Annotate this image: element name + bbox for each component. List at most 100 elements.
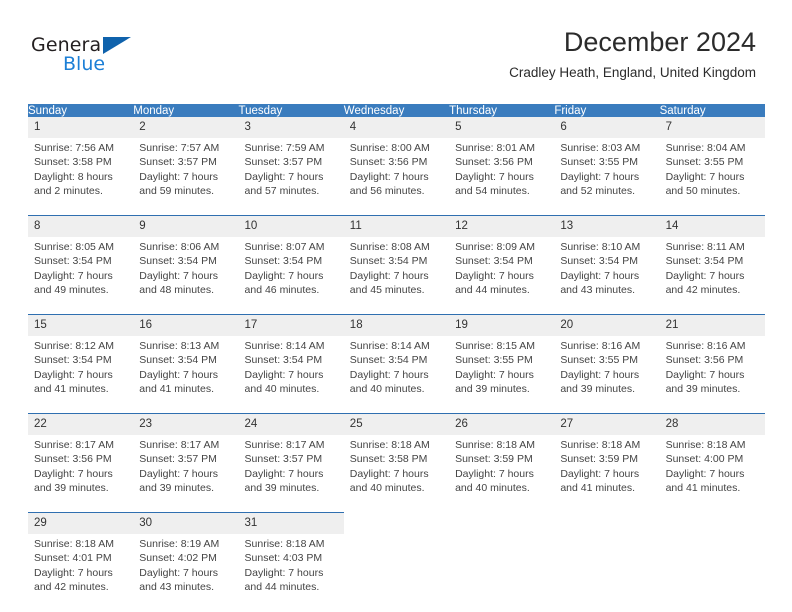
day-number[interactable]: 21 (659, 314, 765, 336)
daylight-text-line2: and 46 minutes. (244, 284, 320, 297)
day-number[interactable]: 4 (343, 117, 450, 138)
day-cell[interactable]: Sunrise: 8:18 AM Sunset: 3:59 PM Dayligh… (449, 435, 555, 513)
sunset-text: Sunset: 3:55 PM (665, 156, 744, 169)
general-blue-logo[interactable]: General Blue (31, 34, 161, 80)
day-cell[interactable]: Sunrise: 7:57 AM Sunset: 3:57 PM Dayligh… (133, 138, 239, 216)
day-number[interactable]: 25 (343, 413, 450, 435)
day-cell[interactable]: Sunrise: 8:01 AM Sunset: 3:56 PM Dayligh… (449, 138, 555, 216)
daylight-text-line2: and 2 minutes. (34, 185, 103, 198)
day-number[interactable]: 1 (28, 117, 134, 138)
day-number[interactable]: 18 (343, 314, 450, 336)
week-row-daynumbers: 1 2 3 4 5 6 7 (28, 117, 765, 138)
day-cell[interactable]: Sunrise: 8:11 AM Sunset: 3:54 PM Dayligh… (659, 237, 765, 315)
day-number[interactable]: 10 (238, 215, 344, 237)
day-cell[interactable]: Sunrise: 8:18 AM Sunset: 3:58 PM Dayligh… (343, 435, 450, 513)
day-cell[interactable]: Sunrise: 7:56 AM Sunset: 3:58 PM Dayligh… (28, 138, 134, 216)
day-cell[interactable]: Sunrise: 8:12 AM Sunset: 3:54 PM Dayligh… (28, 336, 134, 414)
day-number[interactable]: 5 (449, 117, 555, 138)
day-cell[interactable]: Sunrise: 8:15 AM Sunset: 3:55 PM Dayligh… (449, 336, 555, 414)
day-number[interactable]: 8 (28, 215, 134, 237)
day-number[interactable]: 14 (659, 215, 765, 237)
daylight-text-line1: Daylight: 7 hours (349, 269, 429, 282)
day-number[interactable]: 9 (133, 215, 239, 237)
day-cell[interactable]: Sunrise: 8:14 AM Sunset: 3:54 PM Dayligh… (238, 336, 344, 414)
day-cell[interactable]: Sunrise: 8:18 AM Sunset: 4:01 PM Dayligh… (28, 534, 134, 611)
day-number[interactable]: 24 (238, 413, 344, 435)
day-number[interactable]: 20 (554, 314, 660, 336)
day-cell[interactable]: Sunrise: 8:08 AM Sunset: 3:54 PM Dayligh… (343, 237, 450, 315)
day-cell[interactable]: Sunrise: 8:16 AM Sunset: 3:55 PM Dayligh… (554, 336, 660, 414)
sunset-text: Sunset: 4:01 PM (34, 552, 112, 565)
daylight-text-line2: and 48 minutes. (139, 284, 214, 297)
day-cell[interactable]: Sunrise: 8:07 AM Sunset: 3:54 PM Dayligh… (238, 237, 344, 315)
day-number[interactable]: 19 (449, 314, 555, 336)
day-number[interactable]: 11 (343, 215, 450, 237)
sunset-text: Sunset: 3:54 PM (139, 354, 217, 367)
day-cell[interactable]: Sunrise: 8:18 AM Sunset: 4:00 PM Dayligh… (659, 435, 765, 513)
day-number[interactable]: 22 (28, 413, 134, 435)
triangle-icon (103, 37, 131, 54)
sunset-text: Sunset: 3:54 PM (349, 255, 428, 268)
daylight-text-line1: Daylight: 7 hours (139, 566, 219, 579)
daylight-text-line2: and 39 minutes. (139, 482, 214, 495)
day-cell[interactable]: Sunrise: 8:09 AM Sunset: 3:54 PM Dayligh… (449, 237, 555, 315)
day-number[interactable]: 15 (28, 314, 134, 336)
day-cell-empty (449, 534, 555, 611)
day-cell[interactable]: Sunrise: 8:18 AM Sunset: 3:59 PM Dayligh… (554, 435, 660, 513)
day-cell[interactable]: Sunrise: 8:14 AM Sunset: 3:54 PM Dayligh… (343, 336, 450, 414)
sunrise-text: Sunrise: 8:14 AM (244, 340, 325, 352)
daylight-text-line1: Daylight: 7 hours (349, 170, 429, 183)
day-cell[interactable]: Sunrise: 8:17 AM Sunset: 3:57 PM Dayligh… (133, 435, 239, 513)
week-row-daynumbers: 15 16 17 18 19 20 21 (28, 314, 765, 336)
day-cell[interactable]: Sunrise: 8:03 AM Sunset: 3:55 PM Dayligh… (554, 138, 660, 216)
day-cell-empty (343, 534, 450, 611)
week-row-details: Sunrise: 8:12 AM Sunset: 3:54 PM Dayligh… (28, 336, 765, 414)
daylight-text-line2: and 39 minutes. (244, 482, 320, 495)
sunrise-text: Sunrise: 7:56 AM (34, 142, 114, 154)
week-row-details: Sunrise: 8:17 AM Sunset: 3:56 PM Dayligh… (28, 435, 765, 513)
day-cell[interactable]: Sunrise: 8:05 AM Sunset: 3:54 PM Dayligh… (28, 237, 134, 315)
day-number[interactable]: 7 (659, 117, 765, 138)
sunrise-text: Sunrise: 8:10 AM (560, 241, 641, 253)
daylight-text-line2: and 39 minutes. (455, 383, 530, 396)
day-number-empty (449, 512, 555, 534)
sunset-text: Sunset: 3:55 PM (560, 156, 638, 169)
day-number-empty (554, 512, 660, 534)
daylight-text-line1: Daylight: 7 hours (139, 269, 219, 282)
weekday-header-sunday: Sunday (28, 104, 134, 117)
day-cell[interactable]: Sunrise: 8:06 AM Sunset: 3:54 PM Dayligh… (133, 237, 239, 315)
day-cell[interactable]: Sunrise: 8:16 AM Sunset: 3:56 PM Dayligh… (659, 336, 765, 414)
sunset-text: Sunset: 3:56 PM (34, 453, 112, 466)
day-number[interactable]: 31 (238, 512, 344, 534)
day-number[interactable]: 3 (238, 117, 344, 138)
daylight-text-line1: Daylight: 7 hours (455, 170, 534, 183)
week-row-daynumbers: 22 23 24 25 26 27 28 (28, 413, 765, 435)
sunrise-text: Sunrise: 8:18 AM (560, 439, 641, 451)
day-cell[interactable]: Sunrise: 8:17 AM Sunset: 3:56 PM Dayligh… (28, 435, 134, 513)
day-number[interactable]: 26 (449, 413, 555, 435)
day-number[interactable]: 16 (133, 314, 239, 336)
day-cell[interactable]: Sunrise: 8:13 AM Sunset: 3:54 PM Dayligh… (133, 336, 239, 414)
daylight-text-line1: Daylight: 7 hours (244, 467, 324, 480)
day-cell[interactable]: Sunrise: 8:19 AM Sunset: 4:02 PM Dayligh… (133, 534, 239, 611)
day-number[interactable]: 6 (554, 117, 660, 138)
day-cell[interactable]: Sunrise: 8:00 AM Sunset: 3:56 PM Dayligh… (343, 138, 450, 216)
sunset-text: Sunset: 3:56 PM (455, 156, 533, 169)
calendar-body: 1 2 3 4 5 6 7 Sunrise: 7:56 AM Sunset: 3… (28, 117, 765, 611)
sunset-text: Sunset: 3:59 PM (455, 453, 533, 466)
day-number[interactable]: 13 (554, 215, 660, 237)
day-number[interactable]: 23 (133, 413, 239, 435)
day-cell[interactable]: Sunrise: 8:17 AM Sunset: 3:57 PM Dayligh… (238, 435, 344, 513)
sunrise-text: Sunrise: 8:17 AM (139, 439, 220, 451)
day-cell[interactable]: Sunrise: 8:10 AM Sunset: 3:54 PM Dayligh… (554, 237, 660, 315)
day-cell[interactable]: Sunrise: 8:18 AM Sunset: 4:03 PM Dayligh… (238, 534, 344, 611)
day-number[interactable]: 17 (238, 314, 344, 336)
day-cell[interactable]: Sunrise: 8:04 AM Sunset: 3:55 PM Dayligh… (659, 138, 765, 216)
day-number[interactable]: 30 (133, 512, 239, 534)
day-cell[interactable]: Sunrise: 7:59 AM Sunset: 3:57 PM Dayligh… (238, 138, 344, 216)
day-number[interactable]: 2 (133, 117, 239, 138)
day-number[interactable]: 29 (28, 512, 134, 534)
day-number[interactable]: 28 (659, 413, 765, 435)
day-number[interactable]: 12 (449, 215, 555, 237)
day-number[interactable]: 27 (554, 413, 660, 435)
